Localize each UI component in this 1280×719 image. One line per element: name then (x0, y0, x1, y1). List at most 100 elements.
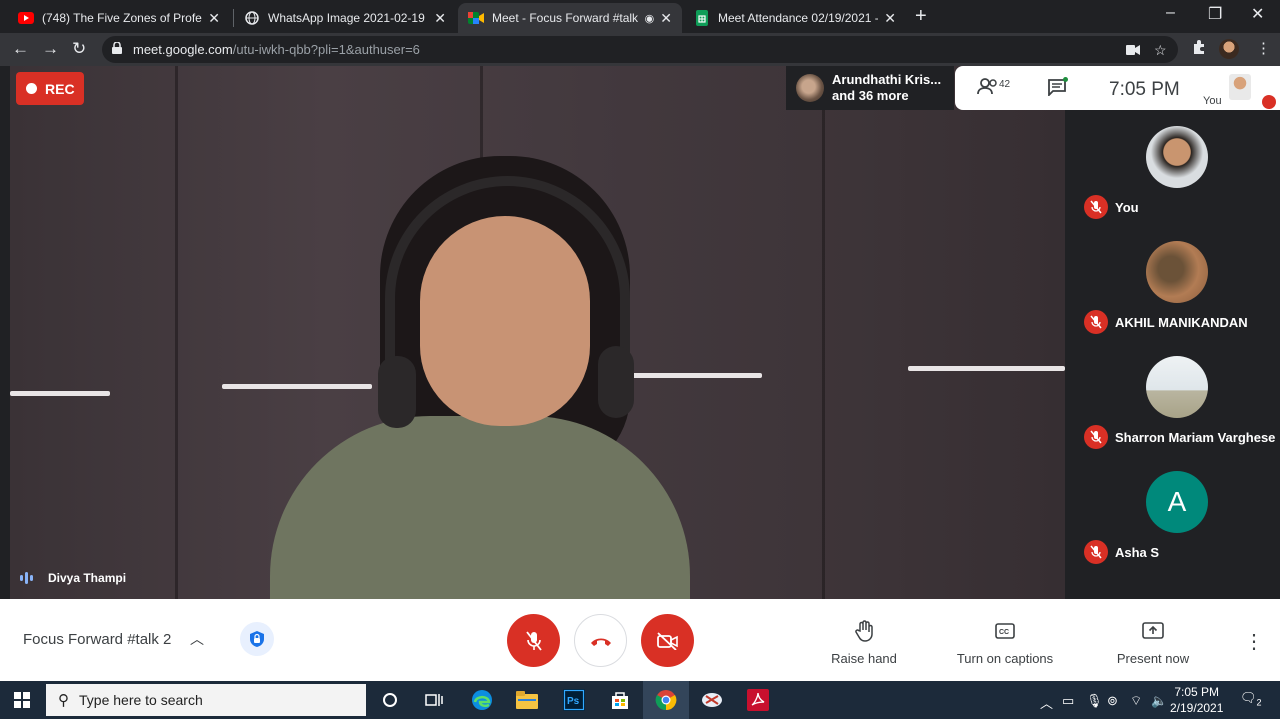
photoshop-icon[interactable]: Ps (562, 688, 586, 712)
windows-taskbar: ⚲ Type here to search Ps ︿ ▭ 🎙 ⊚ ⌔ 🔈 7:0… (0, 681, 1280, 719)
system-clock[interactable]: 7:05 PM 2/19/2021 (1170, 684, 1223, 716)
camera-tray-icon[interactable]: ⊚ (1107, 693, 1118, 709)
file-explorer-icon[interactable] (515, 688, 539, 712)
participant-tile[interactable]: You (1076, 110, 1280, 225)
microphone-tray-icon[interactable]: 🎙 (1086, 693, 1103, 709)
window-close-icon[interactable]: ✕ (1251, 4, 1264, 24)
self-view-thumbnail[interactable] (1229, 74, 1251, 100)
url-path: /utu-iwkh-qbb?pli=1&authuser=6 (232, 42, 420, 57)
minimize-icon[interactable]: – (1166, 4, 1175, 22)
chevron-up-icon[interactable]: ︿ (190, 629, 204, 649)
chrome-menu-icon[interactable]: ⋮ (1256, 39, 1271, 57)
notification-count: 2 (1256, 697, 1262, 708)
browser-tab-strip: (748) The Five Zones of Professio ✕ What… (0, 0, 1280, 33)
extensions-icon[interactable] (1191, 39, 1207, 59)
captions-label: Turn on captions (956, 651, 1054, 666)
hang-up-icon (590, 638, 611, 646)
participant-name: You (1115, 200, 1139, 215)
participant-letter-avatar: A (1146, 471, 1208, 533)
profile-avatar[interactable] (1219, 39, 1239, 59)
cortana-icon[interactable] (378, 688, 402, 712)
participant-tile[interactable]: Sharron Mariam Varghese (1076, 340, 1280, 455)
participant-name: AKHIL MANIKANDAN (1115, 315, 1248, 330)
snipping-tool-icon[interactable] (700, 688, 724, 712)
raise-hand-button[interactable]: Raise hand (826, 619, 902, 666)
speaking-indicator-icon (20, 571, 38, 585)
participant-avatar (1146, 241, 1208, 303)
meeting-info-bar: 42 7:05 PM You (955, 66, 1280, 110)
wifi-icon[interactable]: ⌔ (1130, 693, 1142, 709)
captions-button[interactable]: CC Turn on captions (950, 619, 1060, 666)
volume-icon[interactable]: 🔈 (1151, 693, 1167, 709)
camera-toggle-button[interactable] (641, 614, 694, 667)
present-now-button[interactable]: Present now (1112, 619, 1194, 666)
wardrobe-panel-edge (175, 66, 178, 599)
tab-title: Meet Attendance 02/19/2021 - G (718, 11, 879, 25)
tab-youtube[interactable]: (748) The Five Zones of Professio ✕ (8, 3, 230, 33)
search-placeholder: Type here to search (79, 692, 203, 708)
maximize-icon[interactable]: ❐ (1208, 4, 1222, 24)
hand-icon (826, 619, 902, 643)
muted-mic-icon (1084, 195, 1108, 219)
acrobat-reader-icon[interactable] (746, 688, 770, 712)
address-bar[interactable]: meet.google.com/utu-iwkh-qbb?pli=1&authu… (102, 36, 1178, 63)
reload-icon[interactable]: ↻ (72, 39, 86, 59)
action-center-icon[interactable]: 🗨2 (1240, 690, 1262, 708)
people-count: 42 (999, 79, 1011, 90)
close-tab-icon[interactable]: ✕ (884, 10, 896, 27)
participant-tile[interactable]: A Asha S (1076, 455, 1280, 570)
tab-title: (748) The Five Zones of Professio (42, 11, 202, 25)
recording-badge: REC (16, 72, 84, 105)
closed-captions-icon: CC (950, 619, 1060, 643)
meeting-clock: 7:05 PM (1109, 79, 1180, 100)
speaker-name: Divya Thampi (48, 571, 127, 585)
meeting-title[interactable]: Focus Forward #talk 2 (23, 631, 171, 648)
recording-indicator-icon: ◉ (644, 12, 655, 25)
search-icon: ⚲ (58, 692, 69, 709)
close-tab-icon[interactable]: ✕ (208, 10, 220, 27)
self-view-label: You (1203, 95, 1222, 107)
close-tab-icon[interactable]: ✕ (660, 10, 672, 27)
tab-meet-attendance[interactable]: Meet Attendance 02/19/2021 - G ✕ (684, 3, 906, 33)
tab-title: WhatsApp Image 2021-02-19 at (268, 11, 429, 25)
participant-avatar (1146, 126, 1208, 188)
leave-call-button[interactable] (574, 614, 627, 667)
participant-tile[interactable]: AKHIL MANIKANDAN (1076, 225, 1280, 340)
meet-control-bar: Focus Forward #talk 2 ︿ Raise hand CC Tu… (0, 599, 1280, 681)
presenter-avatar (796, 74, 824, 102)
windows-start-icon[interactable] (14, 692, 30, 708)
host-controls-shield-icon[interactable] (240, 622, 274, 656)
microsoft-store-icon[interactable] (608, 688, 632, 712)
tab-meet-active[interactable]: Meet - Focus Forward #talk ◉ ✕ (458, 3, 682, 33)
show-hidden-icons-icon[interactable]: ︿ (1040, 693, 1053, 712)
close-tab-icon[interactable]: ✕ (434, 10, 446, 27)
people-button[interactable]: 42 (977, 78, 1010, 99)
clock-date: 2/19/2021 (1170, 701, 1224, 715)
rec-label: REC (45, 80, 75, 97)
muted-mic-icon (1262, 95, 1276, 109)
main-speaker-video[interactable]: REC Divya Thampi (10, 66, 1065, 599)
people-icon (977, 78, 997, 95)
muted-mic-icon (1084, 425, 1108, 449)
edge-browser-icon[interactable] (470, 688, 494, 712)
presenting-participants[interactable]: Arundhathi Kris... and 36 more (786, 66, 954, 110)
url-text: meet.google.com/utu-iwkh-qbb?pli=1&authu… (133, 42, 420, 57)
microphone-toggle-button[interactable] (507, 614, 560, 667)
forward-icon[interactable]: → (42, 39, 59, 59)
task-view-icon[interactable] (422, 688, 446, 712)
clock-time: 7:05 PM (1174, 685, 1220, 699)
taskbar-search-box[interactable]: ⚲ Type here to search (46, 684, 366, 716)
bookmark-star-icon[interactable]: ☆ (1154, 42, 1167, 59)
svg-text:CC: CC (999, 629, 1009, 636)
globe-icon (244, 10, 260, 26)
tab-whatsapp-image[interactable]: WhatsApp Image 2021-02-19 at ✕ (234, 3, 456, 33)
network-adapter-icon[interactable]: ▭ (1062, 693, 1074, 709)
more-options-icon[interactable]: ⋮ (1244, 629, 1264, 654)
back-icon[interactable]: ← (12, 39, 29, 59)
camera-off-icon (656, 631, 678, 650)
chrome-icon[interactable] (654, 688, 678, 712)
camera-in-use-icon[interactable] (1126, 42, 1140, 58)
new-tab-icon[interactable]: + (915, 5, 927, 28)
wardrobe-handle (908, 366, 1065, 371)
sheets-icon (694, 10, 710, 26)
